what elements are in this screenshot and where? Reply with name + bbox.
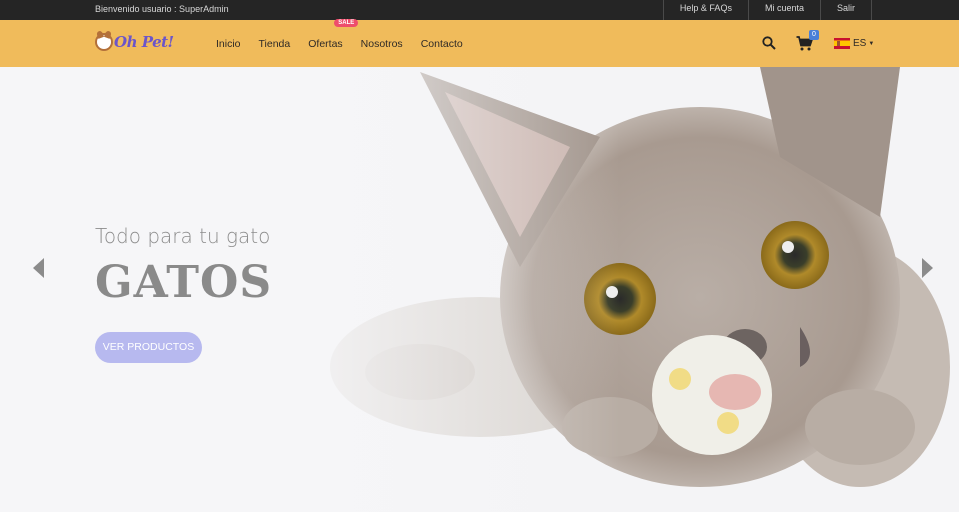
spain-flag-icon <box>834 38 850 49</box>
hero-overlay <box>0 67 620 512</box>
my-account-link[interactable]: Mi cuenta <box>747 0 820 20</box>
nav-ofertas-label: Ofertas <box>308 37 343 50</box>
top-links: Help & FAQs Mi cuenta Salir <box>662 0 872 20</box>
top-bar: Bienvenido usuario : SuperAdmin Help & F… <box>0 0 959 20</box>
hero-slider: Todo para tu gato GATOS VER PRODUCTOS <box>0 67 959 512</box>
hero-title: GATOS <box>95 257 273 308</box>
logout-link[interactable]: Salir <box>819 0 872 20</box>
logo-text: Oh Pet! <box>114 33 174 51</box>
nav-inicio[interactable]: Inicio <box>216 38 241 50</box>
nav-tienda[interactable]: Tienda <box>259 38 291 50</box>
logo[interactable]: Oh Pet! <box>95 33 174 51</box>
dog-logo-icon <box>95 33 113 51</box>
chevron-left-icon[interactable] <box>33 258 44 278</box>
search-icon[interactable] <box>762 36 776 50</box>
nav-contacto[interactable]: Contacto <box>421 38 463 50</box>
help-faqs-link[interactable]: Help & FAQs <box>662 0 748 20</box>
main-header: Oh Pet! Inicio Tienda Ofertas SALE Nosot… <box>0 18 959 67</box>
view-products-button[interactable]: VER PRODUCTOS <box>95 332 202 363</box>
caret-down-icon: ▼ <box>868 40 875 47</box>
nav-ofertas[interactable]: Ofertas SALE <box>308 18 359 50</box>
language-selector[interactable]: ES ▼ <box>834 38 874 49</box>
nav-nosotros[interactable]: Nosotros <box>361 38 403 50</box>
sale-badge: SALE <box>334 18 359 27</box>
chevron-right-icon[interactable] <box>922 258 933 278</box>
welcome-text: Bienvenido usuario : SuperAdmin <box>95 4 229 14</box>
language-label: ES <box>853 38 867 49</box>
cart-count-badge: 0 <box>809 30 819 40</box>
main-nav: Inicio Tienda Ofertas SALE Nosotros Cont… <box>216 18 481 67</box>
hero-subtitle: Todo para tu gato <box>95 224 271 248</box>
